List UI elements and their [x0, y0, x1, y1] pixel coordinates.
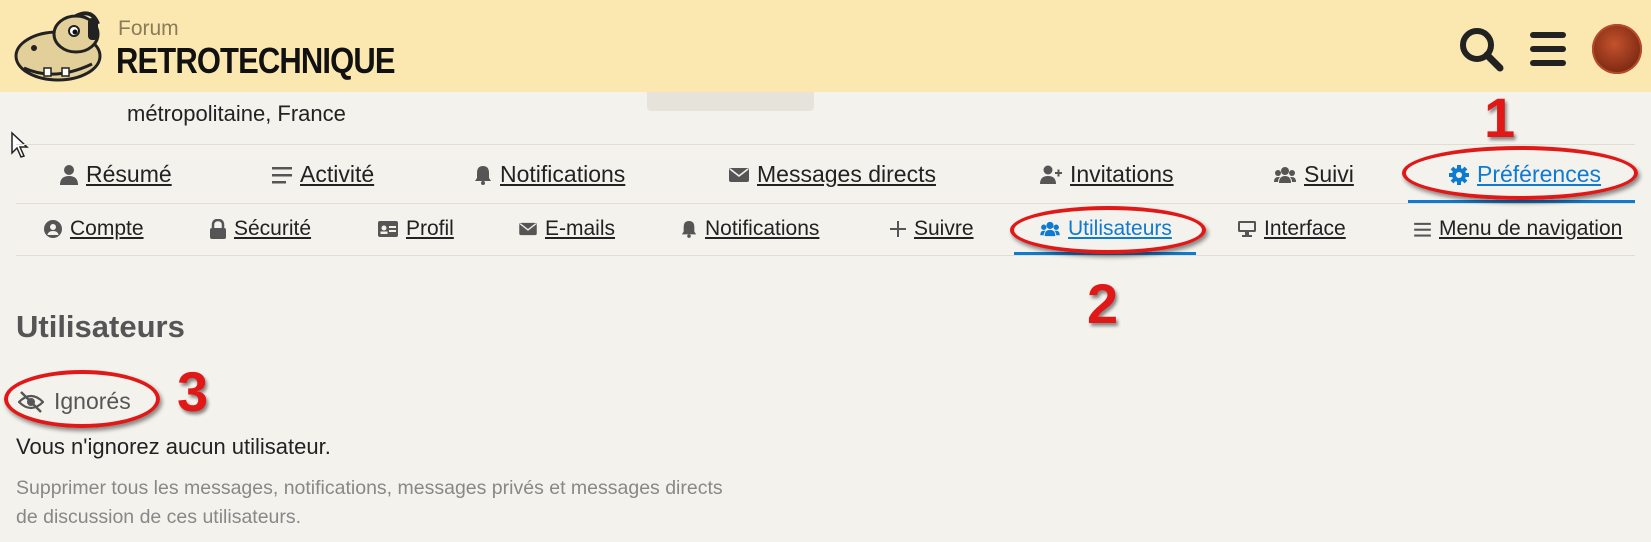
ignored-users-header: Ignorés — [18, 388, 131, 415]
lock-icon — [210, 219, 226, 239]
subtab-label: Suivre — [914, 217, 974, 240]
search-icon[interactable] — [1458, 26, 1504, 72]
tab-activite[interactable]: Activité — [272, 161, 374, 188]
subtab-menu-de-navigation[interactable]: Menu de navigation — [1414, 217, 1622, 241]
tab-invitations[interactable]: Invitations — [1040, 161, 1174, 188]
tab-label: Invitations — [1070, 161, 1174, 187]
subtab-compte[interactable]: Compte — [44, 217, 144, 241]
subtab-label: Interface — [1264, 217, 1346, 240]
gear-icon — [1449, 164, 1469, 185]
subtab-emails[interactable]: E-mails — [519, 217, 615, 241]
users-icon — [1040, 221, 1060, 237]
tab-preferences[interactable]: Préférences — [1449, 161, 1601, 188]
site-header: Forum RETROTECHNIQUE — [0, 0, 1651, 92]
subtab-label: E-mails — [545, 217, 616, 240]
tab-label: Notifications — [500, 161, 626, 187]
help-text: Supprimer tous les messages, notificatio… — [16, 477, 723, 528]
subtab-label: Menu de navigation — [1439, 217, 1623, 240]
desktop-icon — [1238, 221, 1256, 237]
subtab-label: Notifications — [705, 217, 820, 240]
tab-label: Activité — [300, 161, 375, 187]
id-card-icon — [378, 221, 398, 237]
subtab-label: Utilisateurs — [1068, 217, 1172, 240]
list-icon — [272, 166, 292, 183]
tab-label: Préférences — [1477, 161, 1602, 187]
user-primary-nav: Résumé Activité Notifications Messages d… — [16, 144, 1635, 204]
tab-messages-directs[interactable]: Messages directs — [729, 161, 936, 188]
logo-forum-text: Forum — [118, 17, 179, 40]
logo-title[interactable]: RETROTECHNIQUE — [116, 40, 396, 82]
annotation-number-3: 3 — [177, 360, 209, 423]
subtab-profil[interactable]: Profil — [378, 217, 454, 241]
page-title: Utilisateurs — [16, 309, 185, 344]
subtab-interface[interactable]: Interface — [1238, 217, 1346, 241]
annotation-number-1: 1 — [1484, 86, 1516, 149]
eye-slash-icon — [18, 390, 44, 413]
tab-label: Messages directs — [757, 161, 936, 187]
plus-icon — [890, 221, 906, 237]
envelope-icon — [519, 222, 537, 236]
tab-label: Suivi — [1304, 161, 1354, 187]
subtab-suivre[interactable]: Suivre — [890, 217, 974, 241]
subtab-label: Profil — [406, 217, 454, 240]
preferences-subnav: Compte Sécurité Profil E-mails Notificat… — [16, 204, 1635, 256]
bell-icon — [475, 165, 491, 185]
profile-location: métropolitaine, France — [127, 101, 346, 126]
active-tab-indicator — [1408, 200, 1635, 203]
list-icon — [1414, 222, 1431, 237]
envelope-icon — [729, 167, 749, 182]
user-plus-icon — [1040, 165, 1062, 184]
map-button[interactable] — [647, 92, 814, 111]
tab-resume[interactable]: Résumé — [60, 161, 172, 188]
subtab-label: Compte — [70, 217, 144, 240]
subtab-notifications[interactable]: Notifications — [681, 217, 819, 241]
user-icon — [60, 164, 78, 185]
user-circle-icon — [44, 220, 62, 238]
active-subtab-indicator — [1014, 252, 1196, 255]
users-icon — [1274, 166, 1296, 183]
bell-icon — [681, 221, 697, 238]
subtab-securite[interactable]: Sécurité — [210, 217, 311, 241]
avatar[interactable] — [1592, 24, 1642, 74]
subtab-label: Sécurité — [234, 217, 312, 240]
tab-notifications[interactable]: Notifications — [474, 161, 625, 188]
subtab-utilisateurs[interactable]: Utilisateurs — [1040, 217, 1172, 241]
tab-label: Résumé — [86, 161, 172, 187]
tab-suivi[interactable]: Suivi — [1274, 161, 1354, 188]
hippo-logo-icon[interactable] — [14, 10, 106, 86]
hamburger-menu-icon[interactable] — [1528, 26, 1568, 72]
annotation-number-2: 2 — [1087, 272, 1119, 335]
ignored-users-label: Ignorés — [54, 388, 131, 414]
empty-state-message: Vous n'ignorez aucun utilisateur. — [16, 434, 331, 459]
